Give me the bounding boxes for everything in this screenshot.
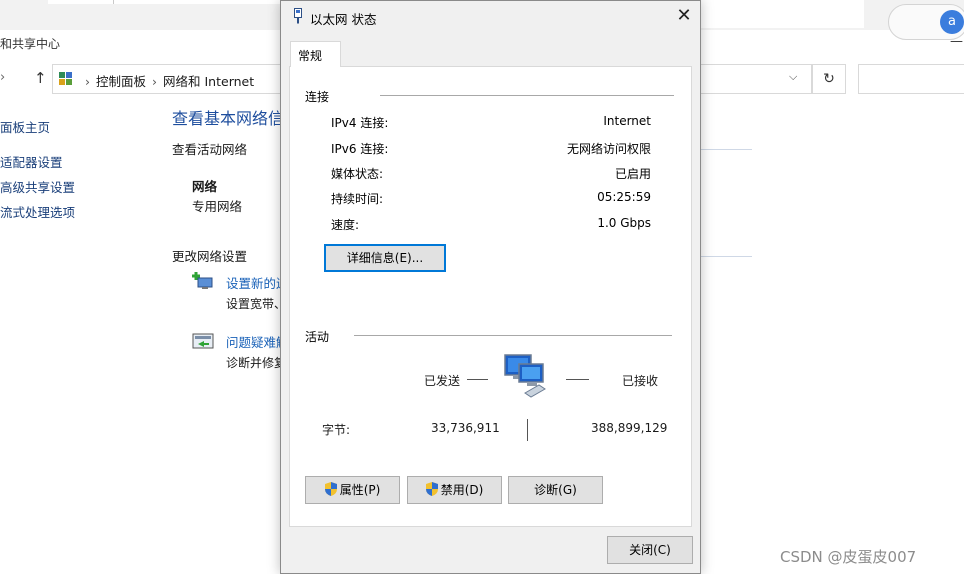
- ethernet-status-dialog: 以太网 状态 ✕ 常规 连接 IPv4 连接: Internet IPv6 连接…: [280, 0, 701, 574]
- bytes-received-value: 388,899,129: [591, 421, 668, 435]
- activity-group-label: 活动: [305, 330, 330, 344]
- avatar[interactable]: a: [940, 10, 964, 34]
- disable-label: 禁用(D): [440, 483, 484, 497]
- duration-value: 05:25:59: [597, 190, 651, 204]
- tab-separator: [113, 0, 114, 4]
- disable-button[interactable]: 禁用(D): [407, 476, 502, 504]
- uac-shield-icon: [425, 482, 438, 496]
- new-connection-icon: [192, 272, 213, 289]
- bytes-label: 字节:: [322, 423, 351, 437]
- control-panel-icon: [59, 72, 73, 86]
- refresh-icon: ↻: [823, 71, 835, 87]
- speed-value: 1.0 Gbps: [597, 216, 651, 230]
- ipv4-value: Internet: [603, 114, 651, 128]
- troubleshoot-desc: 诊断并修复: [226, 356, 287, 370]
- bytes-divider: [527, 419, 528, 441]
- browser-tab[interactable]: [48, 0, 281, 4]
- ethernet-cable-icon: [294, 8, 302, 24]
- connection-group-label: 连接: [305, 90, 330, 104]
- duration-label: 持续时间:: [331, 192, 384, 206]
- properties-label: 属性(P): [339, 483, 381, 497]
- details-button[interactable]: 详细信息(E)...: [324, 244, 446, 272]
- forward-icon[interactable]: ›: [0, 70, 5, 85]
- browser-tab-area: [700, 0, 864, 28]
- breadcrumb-network-internet[interactable]: 网络和 Internet: [163, 74, 254, 89]
- section-divider: [700, 256, 752, 257]
- change-settings-label: 更改网络设置: [172, 249, 248, 264]
- speed-label: 速度:: [331, 218, 360, 232]
- sidebar-item-streaming[interactable]: 流式处理选项: [0, 202, 75, 221]
- media-state-value: 已启用: [614, 167, 651, 181]
- window-title: 和共享中心: [0, 37, 61, 51]
- chevron-down-icon[interactable]: ⌵: [789, 70, 797, 84]
- bytes-sent-value: 33,736,911: [431, 421, 500, 435]
- search-input[interactable]: [858, 64, 964, 94]
- up-arrow-icon[interactable]: ↑: [34, 69, 47, 87]
- refresh-button[interactable]: ↻: [812, 64, 846, 94]
- sidebar-item-adapter-settings[interactable]: 适配器设置: [0, 152, 63, 171]
- watermark: CSDN @皮蛋皮007: [780, 548, 917, 566]
- sidebar-item-home[interactable]: 面板主页: [0, 117, 50, 136]
- sent-line: [467, 379, 488, 380]
- sent-label: 已发送: [424, 374, 461, 388]
- sidebar-item-advanced-sharing[interactable]: 高级共享设置: [0, 177, 75, 196]
- breadcrumb: › 控制面板 › 网络和 Internet: [79, 71, 254, 90]
- diagnose-button[interactable]: 诊断(G): [508, 476, 603, 504]
- network-name: 网络: [192, 179, 218, 194]
- tab-general[interactable]: 常规: [290, 41, 341, 67]
- received-label: 已接收: [622, 374, 659, 388]
- network-computer-icon: [504, 354, 546, 398]
- network-type: 专用网络: [192, 199, 243, 214]
- group-divider: [354, 335, 672, 336]
- breadcrumb-control-panel[interactable]: 控制面板: [96, 74, 146, 89]
- page-title: 查看基本网络信: [172, 109, 285, 128]
- ipv6-label: IPv6 连接:: [331, 142, 389, 156]
- section-divider: [700, 149, 752, 150]
- properties-button[interactable]: 属性(P): [305, 476, 400, 504]
- uac-shield-icon: [324, 482, 337, 496]
- ipv6-value: 无网络访问权限: [566, 142, 651, 156]
- close-icon[interactable]: ✕: [673, 5, 695, 27]
- media-state-label: 媒体状态:: [331, 167, 384, 181]
- breadcrumb-separator: ›: [152, 74, 158, 89]
- troubleshoot-icon: [192, 333, 214, 349]
- setup-connection-desc: 设置宽带、: [226, 297, 287, 311]
- ipv4-label: IPv4 连接:: [331, 116, 389, 130]
- received-line: [566, 379, 589, 380]
- general-tab-panel: 连接 IPv4 连接: Internet IPv6 连接: 无网络访问权限 媒体…: [289, 66, 692, 527]
- minimize-button[interactable]: —: [950, 34, 963, 49]
- close-button[interactable]: 关闭(C): [607, 536, 693, 564]
- active-networks-label: 查看活动网络: [172, 142, 248, 157]
- group-divider: [380, 95, 674, 96]
- dialog-title: 以太网 状态: [310, 12, 377, 27]
- breadcrumb-separator: ›: [85, 74, 90, 89]
